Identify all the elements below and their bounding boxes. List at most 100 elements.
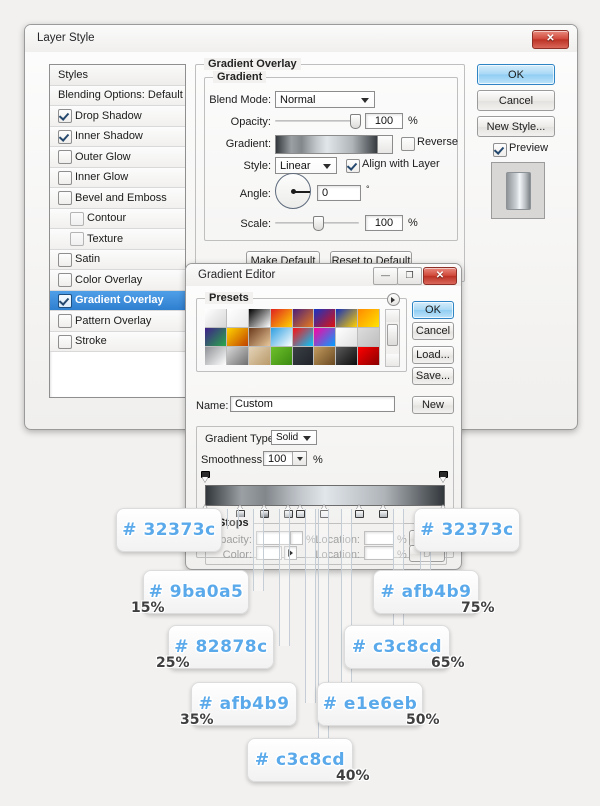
opacity-stop[interactable] [200, 471, 210, 484]
align-with-layer-checkbox[interactable] [346, 159, 360, 173]
preset-swatch[interactable] [291, 327, 315, 347]
style-list-item-color-overlay[interactable]: Color Overlay [50, 270, 185, 291]
style-list-item-inner-glow[interactable]: Inner Glow [50, 167, 185, 188]
preset-swatch[interactable] [247, 346, 271, 365]
preset-swatch[interactable] [335, 346, 359, 365]
color-stop[interactable] [260, 505, 269, 518]
scroll-down-arrow[interactable] [386, 354, 399, 366]
style-list-item-inner-shadow[interactable]: Inner Shadow [50, 126, 185, 147]
opacity-input[interactable]: 100 [365, 113, 403, 129]
cancel-button[interactable]: Cancel [477, 90, 555, 111]
preset-swatch[interactable] [335, 327, 359, 347]
preset-swatch[interactable] [225, 346, 249, 365]
new-style-button[interactable]: New Style... [477, 116, 555, 137]
maximize-button[interactable]: ❐ [397, 267, 422, 285]
style-checkbox-1[interactable] [58, 109, 72, 123]
editor-cancel-button[interactable]: Cancel [412, 322, 454, 340]
style-checkbox-6[interactable] [70, 211, 84, 226]
presets-scrollbar[interactable] [385, 309, 400, 367]
name-input[interactable]: Custom [230, 396, 395, 412]
style-select[interactable]: Linear [275, 157, 337, 174]
scale-knob[interactable] [313, 216, 324, 231]
style-list-item-satin[interactable]: Satin [50, 249, 185, 270]
scale-slider[interactable] [275, 216, 359, 231]
preset-swatch[interactable] [205, 309, 227, 328]
style-list-item-gradient-overlay[interactable]: Gradient Overlay [50, 290, 185, 311]
layer-style-close-button[interactable]: ✕ [532, 30, 569, 49]
color-stop[interactable] [295, 505, 305, 518]
style-checkbox-11[interactable] [58, 314, 72, 328]
preset-swatch[interactable] [247, 327, 271, 347]
preset-swatch[interactable] [357, 309, 380, 328]
preset-swatch[interactable] [357, 327, 380, 347]
stops-opacity-input[interactable] [256, 531, 290, 545]
preset-swatch[interactable] [313, 327, 337, 347]
preset-swatch[interactable] [313, 309, 337, 328]
smoothness-input[interactable]: 100 [263, 451, 307, 466]
style-checkbox-2[interactable] [58, 129, 72, 144]
blend-mode-select[interactable]: Normal [275, 91, 375, 108]
style-checkbox-9[interactable] [58, 273, 72, 287]
preset-swatch[interactable] [269, 346, 293, 365]
ok-button[interactable]: OK [477, 64, 555, 85]
style-checkbox-12[interactable] [58, 334, 72, 349]
style-checkbox-8[interactable] [58, 252, 72, 267]
opacity-stop[interactable] [438, 471, 448, 484]
preset-swatch[interactable] [225, 327, 249, 347]
opacity-knob[interactable] [350, 114, 361, 129]
style-list-item-blending-options-default[interactable]: Blending Options: Default [50, 85, 185, 106]
preset-swatch[interactable] [335, 309, 359, 328]
stops-color-picker-button[interactable] [284, 546, 297, 560]
style-list-item-bevel-and-emboss[interactable]: Bevel and Emboss [50, 188, 185, 209]
color-stop[interactable] [283, 505, 293, 518]
reverse-checkbox[interactable] [401, 137, 415, 151]
style-checkbox-10[interactable] [58, 293, 72, 308]
stops-location-input-1[interactable] [364, 531, 394, 545]
scroll-up-arrow[interactable] [386, 310, 399, 322]
preset-swatch[interactable] [357, 346, 380, 365]
stops-opacity-stepper[interactable] [290, 531, 303, 545]
preset-swatch[interactable] [225, 309, 249, 328]
style-list-item-pattern-overlay[interactable]: Pattern Overlay [50, 311, 185, 332]
angle-dial[interactable] [275, 173, 311, 209]
preset-swatch[interactable] [291, 346, 315, 365]
style-list-item-outer-glow[interactable]: Outer Glow [50, 147, 185, 168]
presets-grid[interactable] [205, 309, 380, 365]
editor-save-button[interactable]: Save... [412, 367, 454, 385]
style-checkbox-7[interactable] [70, 232, 84, 246]
style-list-item-texture[interactable]: Texture [50, 229, 185, 250]
style-checkbox-4[interactable] [58, 170, 72, 185]
preset-swatch[interactable] [269, 327, 293, 347]
style-checkbox-5[interactable] [58, 191, 72, 205]
style-list-item-drop-shadow[interactable]: Drop Shadow [50, 106, 185, 127]
preset-swatch[interactable] [205, 346, 227, 365]
editor-ok-button[interactable]: OK [412, 301, 454, 319]
minimize-button[interactable]: — [373, 267, 398, 285]
opacity-slider[interactable] [275, 114, 361, 129]
smoothness-stepper[interactable] [292, 452, 306, 465]
gradient-type-select[interactable]: Solid [271, 430, 317, 445]
color-stop[interactable] [319, 505, 329, 518]
angle-input[interactable]: 0 [317, 185, 361, 201]
gradient-swatch-button[interactable] [275, 135, 393, 154]
preview-checkbox[interactable] [493, 143, 507, 157]
stops-color-swatch[interactable] [256, 546, 282, 560]
preset-swatch[interactable] [291, 309, 315, 328]
color-stop[interactable] [379, 505, 388, 518]
preset-swatch[interactable] [205, 327, 227, 347]
gradient-bar[interactable] [205, 485, 445, 506]
presets-menu-icon[interactable] [387, 293, 400, 306]
gradient-editor-close-button[interactable]: ✕ [423, 267, 457, 285]
editor-new-button[interactable]: New [412, 396, 454, 414]
style-checkbox-3[interactable] [58, 150, 72, 164]
presets-scroll-thumb[interactable] [387, 324, 398, 346]
preset-swatch[interactable] [269, 309, 293, 328]
preset-swatch[interactable] [313, 346, 337, 365]
style-list-item-stroke[interactable]: Stroke [50, 331, 185, 352]
color-stop[interactable] [355, 505, 365, 518]
gradient-dropdown-button[interactable] [377, 136, 392, 153]
stops-location-input-2[interactable] [364, 546, 394, 560]
preset-swatch[interactable] [247, 309, 271, 328]
style-list-item-contour[interactable]: Contour [50, 208, 185, 229]
editor-load-button[interactable]: Load... [412, 346, 454, 364]
